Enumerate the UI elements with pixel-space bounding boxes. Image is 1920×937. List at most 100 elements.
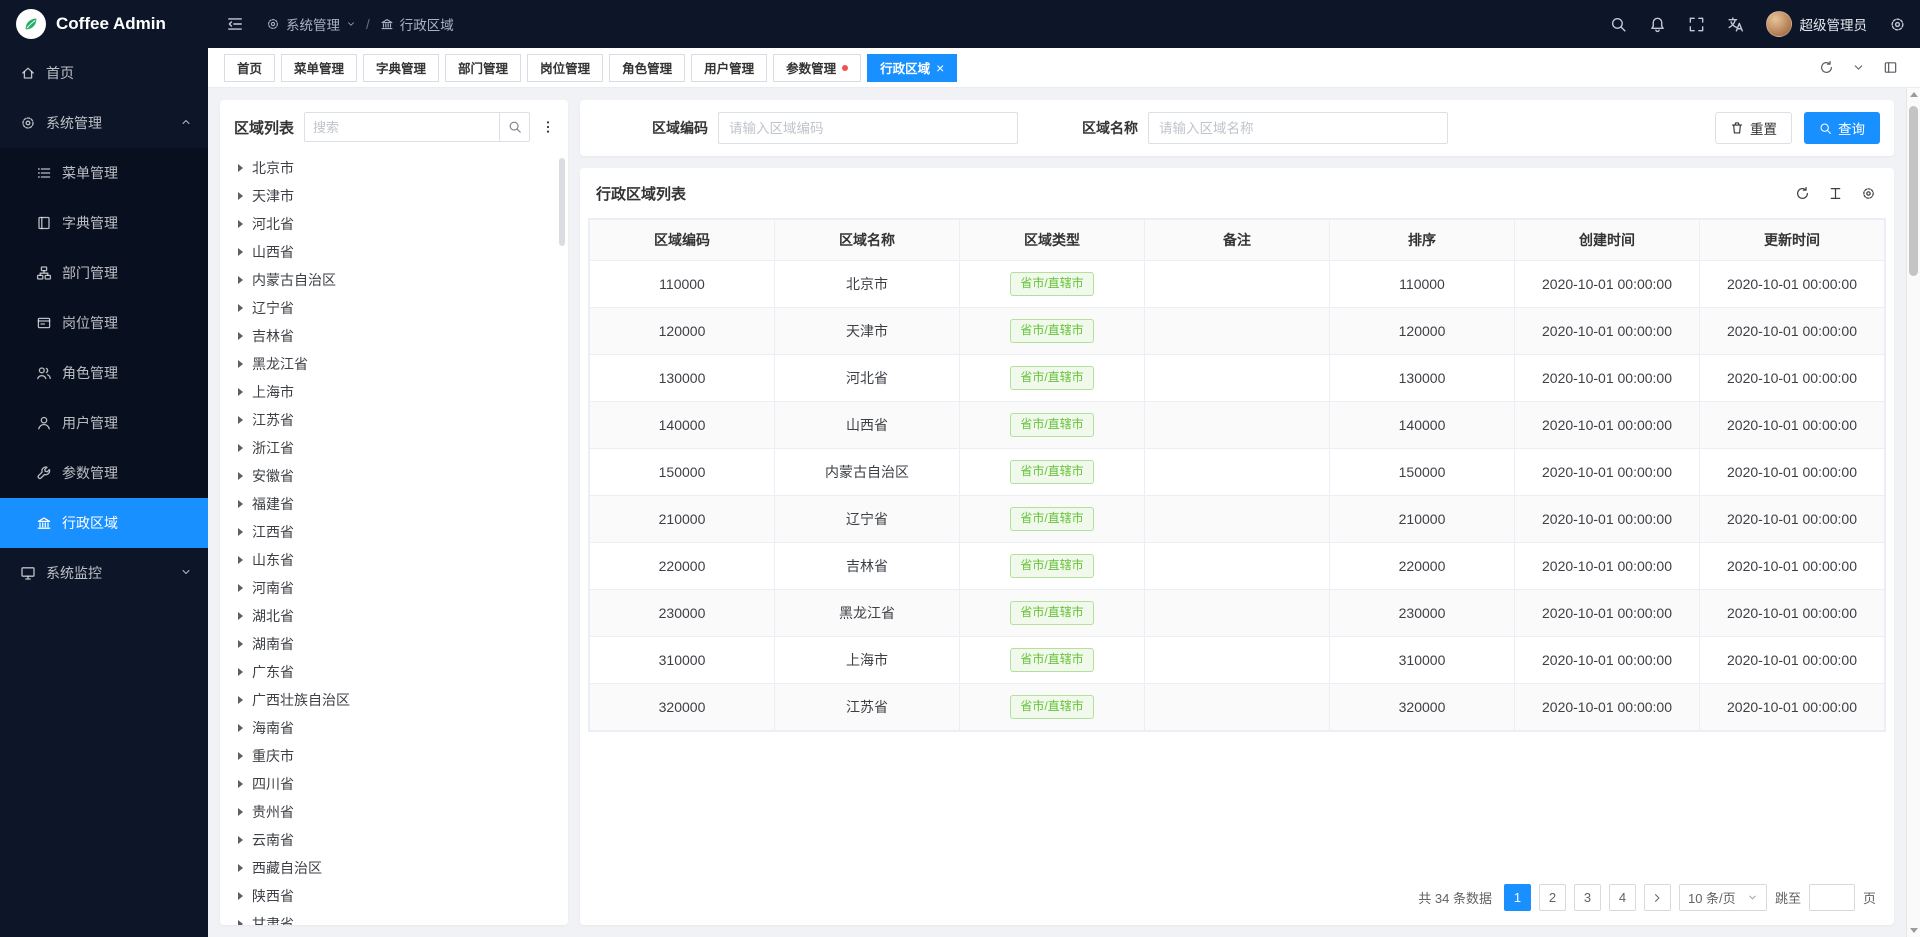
tree-item[interactable]: 甘肃省	[220, 910, 568, 925]
tree-item[interactable]: 黑龙江省	[220, 350, 568, 378]
column-header[interactable]: 更新时间	[1700, 220, 1885, 261]
bell-icon[interactable]	[1649, 16, 1666, 33]
tree-item[interactable]: 江西省	[220, 518, 568, 546]
tree-item[interactable]: 上海市	[220, 378, 568, 406]
caret-right-icon[interactable]	[238, 696, 243, 704]
tree-item[interactable]: 辽宁省	[220, 294, 568, 322]
tree-item[interactable]: 天津市	[220, 182, 568, 210]
caret-right-icon[interactable]	[238, 864, 243, 872]
caret-right-icon[interactable]	[238, 836, 243, 844]
row-height-icon[interactable]	[1828, 186, 1843, 201]
caret-right-icon[interactable]	[238, 640, 243, 648]
caret-right-icon[interactable]	[238, 500, 243, 508]
search-icon[interactable]	[1610, 16, 1627, 33]
sidebar-group-monitor[interactable]: 系统监控	[0, 548, 208, 598]
page-number-button[interactable]: 4	[1609, 884, 1636, 911]
caret-right-icon[interactable]	[238, 276, 243, 284]
translate-icon[interactable]	[1727, 16, 1744, 33]
sidebar-item-user-manage[interactable]: 用户管理	[0, 398, 208, 448]
tree-item[interactable]: 四川省	[220, 770, 568, 798]
caret-right-icon[interactable]	[238, 220, 243, 228]
column-header[interactable]: 排序	[1330, 220, 1515, 261]
table-row[interactable]: 230000 黑龙江省 省市/直辖市 230000 2020-10-01 00:…	[590, 590, 1885, 637]
page-tab[interactable]: 用户管理	[691, 54, 767, 82]
tree-scrollbar[interactable]	[559, 158, 565, 246]
caret-right-icon[interactable]	[238, 248, 243, 256]
menu-fold-icon[interactable]	[226, 15, 244, 33]
tree-item[interactable]: 重庆市	[220, 742, 568, 770]
column-header[interactable]: 区域编码	[590, 220, 775, 261]
tree-item[interactable]: 吉林省	[220, 322, 568, 350]
page-tab[interactable]: 角色管理	[609, 54, 685, 82]
tree-item[interactable]: 贵州省	[220, 798, 568, 826]
tree-item[interactable]: 云南省	[220, 826, 568, 854]
tree-item[interactable]: 河北省	[220, 210, 568, 238]
tree-item[interactable]: 西藏自治区	[220, 854, 568, 882]
sidebar-item-dict-manage[interactable]: 字典管理	[0, 198, 208, 248]
page-tab[interactable]: 菜单管理	[281, 54, 357, 82]
caret-right-icon[interactable]	[238, 192, 243, 200]
region-code-input[interactable]	[718, 112, 1018, 144]
table-row[interactable]: 120000 天津市 省市/直辖市 120000 2020-10-01 00:0…	[590, 308, 1885, 355]
app-logo[interactable]: Coffee Admin	[0, 0, 208, 48]
tree-item[interactable]: 海南省	[220, 714, 568, 742]
page-number-button[interactable]: 3	[1574, 884, 1601, 911]
column-settings-gear-icon[interactable]	[1861, 186, 1876, 201]
page-tab[interactable]: 岗位管理	[527, 54, 603, 82]
page-size-select[interactable]: 10 条/页	[1679, 884, 1767, 911]
tree-item[interactable]: 河南省	[220, 574, 568, 602]
tree-item[interactable]: 福建省	[220, 490, 568, 518]
scroll-up-arrow[interactable]	[1910, 92, 1918, 97]
caret-right-icon[interactable]	[238, 556, 243, 564]
scrollbar-thumb[interactable]	[1909, 106, 1918, 276]
caret-right-icon[interactable]	[238, 528, 243, 536]
page-tab[interactable]: 参数管理	[773, 54, 861, 82]
page-tab[interactable]: 行政区域 ×	[867, 54, 957, 82]
tree-item[interactable]: 广东省	[220, 658, 568, 686]
fullscreen-icon[interactable]	[1688, 16, 1705, 33]
more-options-icon[interactable]	[540, 119, 556, 135]
scroll-down-arrow[interactable]	[1910, 928, 1918, 933]
caret-right-icon[interactable]	[238, 332, 243, 340]
table-row[interactable]: 220000 吉林省 省市/直辖市 220000 2020-10-01 00:0…	[590, 543, 1885, 590]
caret-right-icon[interactable]	[238, 920, 243, 925]
page-tab[interactable]: 字典管理	[363, 54, 439, 82]
tree-item[interactable]: 北京市	[220, 154, 568, 182]
caret-right-icon[interactable]	[238, 808, 243, 816]
caret-right-icon[interactable]	[238, 780, 243, 788]
page-tab[interactable]: 首页	[224, 54, 275, 82]
chevron-down-icon[interactable]	[1852, 61, 1865, 74]
refresh-icon[interactable]	[1819, 60, 1834, 75]
page-number-button[interactable]: 2	[1539, 884, 1566, 911]
tree-item[interactable]: 内蒙古自治区	[220, 266, 568, 294]
tree-item[interactable]: 安徽省	[220, 462, 568, 490]
tree-item[interactable]: 湖北省	[220, 602, 568, 630]
caret-right-icon[interactable]	[238, 444, 243, 452]
tree-item[interactable]: 山西省	[220, 238, 568, 266]
sidebar-item-role-manage[interactable]: 角色管理	[0, 348, 208, 398]
refresh-icon[interactable]	[1795, 186, 1810, 201]
caret-right-icon[interactable]	[238, 304, 243, 312]
column-header[interactable]: 区域类型	[960, 220, 1145, 261]
caret-right-icon[interactable]	[238, 892, 243, 900]
query-button[interactable]: 查询	[1804, 112, 1880, 144]
caret-right-icon[interactable]	[238, 164, 243, 172]
sidebar-item-home[interactable]: 首页	[0, 48, 208, 98]
settings-gear-icon[interactable]	[1889, 16, 1906, 33]
table-row[interactable]: 310000 上海市 省市/直辖市 310000 2020-10-01 00:0…	[590, 637, 1885, 684]
caret-right-icon[interactable]	[238, 472, 243, 480]
column-header[interactable]: 备注	[1145, 220, 1330, 261]
caret-right-icon[interactable]	[238, 388, 243, 396]
tree-item[interactable]: 江苏省	[220, 406, 568, 434]
sidebar-item-menu-manage[interactable]: 菜单管理	[0, 148, 208, 198]
breadcrumb-group[interactable]: 系统管理	[266, 14, 356, 34]
layout-icon[interactable]	[1883, 60, 1898, 75]
sidebar-item-post-manage[interactable]: 岗位管理	[0, 298, 208, 348]
user-menu[interactable]: 超级管理员	[1766, 11, 1868, 37]
table-row[interactable]: 140000 山西省 省市/直辖市 140000 2020-10-01 00:0…	[590, 402, 1885, 449]
tab-close-icon[interactable]: ×	[936, 61, 944, 75]
caret-right-icon[interactable]	[238, 612, 243, 620]
page-number-button[interactable]: 1	[1504, 884, 1531, 911]
page-tab[interactable]: 部门管理	[445, 54, 521, 82]
table-row[interactable]: 320000 江苏省 省市/直辖市 320000 2020-10-01 00:0…	[590, 684, 1885, 731]
